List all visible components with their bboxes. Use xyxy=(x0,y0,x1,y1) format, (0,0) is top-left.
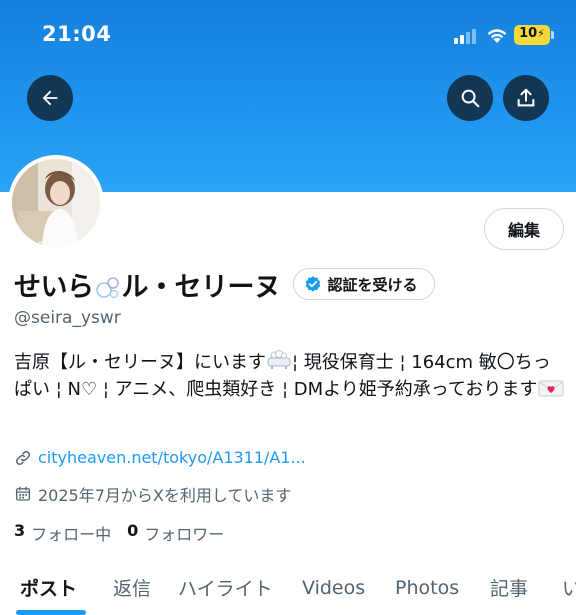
joined-date: 2025年7月からXを利用しています xyxy=(38,486,292,505)
get-verified-label: 認証を受ける xyxy=(327,275,418,294)
followers-link[interactable]: 0 フォロワー xyxy=(127,521,224,545)
display-name: せいら ル・セリーヌ xyxy=(14,271,281,303)
following-link[interactable]: 3 フォロー中 xyxy=(14,521,111,545)
tab-photos[interactable]: Photos xyxy=(395,560,459,615)
battery-level: 10⚡ xyxy=(519,26,545,41)
profile-link-row: cityheaven.net/tokyo/A1311/A1... xyxy=(14,448,306,467)
love-letter-emoji-icon xyxy=(538,380,564,397)
calendar-icon xyxy=(15,486,31,501)
back-button[interactable] xyxy=(27,75,73,121)
avatar-photo xyxy=(12,159,100,247)
tab-highlights[interactable]: ハイライト xyxy=(178,560,273,615)
wifi-icon xyxy=(487,29,507,43)
status-bar: 21:04 10⚡ xyxy=(0,0,576,68)
handle: @seira_yswr xyxy=(14,308,121,328)
joined-row: 2025年7月からXを利用しています xyxy=(14,482,291,506)
bio: 吉原【ル・セリーヌ】にいます ¦ 現役保育士 ¦ 164cm 敏〇ちっぱい ¦ N… xyxy=(14,349,566,403)
search-icon xyxy=(461,89,480,108)
tab-articles[interactable]: 記事 xyxy=(490,560,528,615)
name-row: せいら ル・セリーヌ 認証を受ける xyxy=(14,264,435,304)
profile-link[interactable]: cityheaven.net/tokyo/A1311/A1... xyxy=(38,448,306,467)
edit-profile-button[interactable]: 編集 xyxy=(484,208,564,250)
bio-text-1: 吉原【ル・セリーヌ】にいます xyxy=(14,352,266,373)
verified-badge-icon xyxy=(305,276,320,292)
profile-tabs: ポスト 返信 ハイライト Videos Photos 記事 い xyxy=(0,560,576,615)
share-button[interactable] xyxy=(503,75,549,121)
followers-label: フォロワー xyxy=(144,525,225,544)
tab-replies[interactable]: 返信 xyxy=(113,560,151,615)
link-icon xyxy=(15,450,31,465)
search-button[interactable] xyxy=(447,75,493,121)
followers-count: 0 xyxy=(127,521,139,540)
tab-posts[interactable]: ポスト xyxy=(20,560,77,615)
avatar[interactable] xyxy=(8,155,104,251)
following-count: 3 xyxy=(14,521,26,540)
following-label: フォロー中 xyxy=(31,525,112,544)
bathtub-emoji-icon xyxy=(267,350,291,369)
tab-videos[interactable]: Videos xyxy=(302,560,365,615)
status-time: 21:04 xyxy=(42,22,112,46)
arrow-left-icon xyxy=(42,90,58,106)
active-tab-indicator xyxy=(16,610,86,615)
battery-icon: 10⚡ xyxy=(514,25,554,45)
follow-stats: 3 フォロー中 0 フォロワー xyxy=(14,521,240,545)
tab-more[interactable]: い xyxy=(562,560,576,615)
share-icon xyxy=(517,88,535,107)
bubbles-emoji-icon xyxy=(95,276,119,298)
get-verified-button[interactable]: 認証を受ける xyxy=(292,268,435,300)
cellular-signal-icon xyxy=(454,28,480,44)
